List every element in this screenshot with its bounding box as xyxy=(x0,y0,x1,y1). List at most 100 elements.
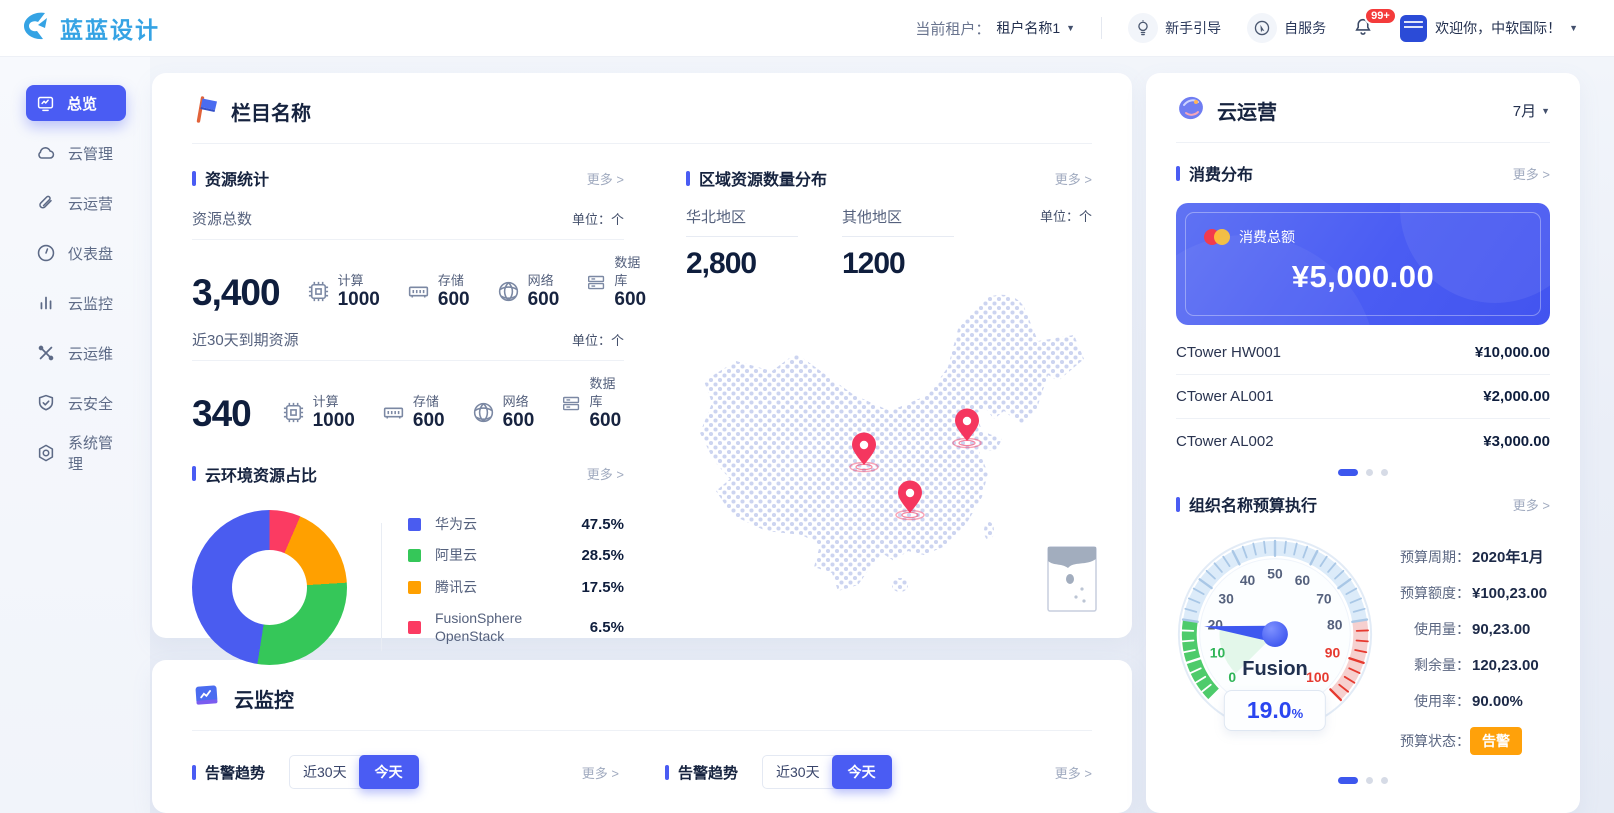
budget-detail-value: ¥100,23.00 xyxy=(1472,585,1547,602)
tenant-resource-name: CTower HW001 xyxy=(1176,344,1281,361)
pager-dot[interactable] xyxy=(1366,777,1373,784)
section-marker xyxy=(686,171,690,186)
sidebar-item-label: 云监控 xyxy=(68,293,113,314)
unit-label: 单位：个 xyxy=(572,209,624,228)
unit-label: 单位：个 xyxy=(1040,206,1092,225)
guide-label: 新手引导 xyxy=(1165,18,1221,38)
chevron-down-icon: ▼ xyxy=(1569,23,1578,33)
section-marker xyxy=(192,171,196,186)
notification-badge: 99+ xyxy=(1364,7,1397,25)
sidebar: 总览 云管理 云运营 仪表盘 云监控 云运维 云安全 系统管理 xyxy=(0,57,150,813)
list-item[interactable]: CTower AL002 ¥3,000.00 xyxy=(1176,419,1550,463)
guide-button[interactable]: 新手引导 xyxy=(1128,13,1221,43)
taiwan-island xyxy=(984,522,994,540)
app-logo[interactable]: 蓝蓝设计 xyxy=(20,10,160,47)
cloud-icon xyxy=(36,143,56,163)
gauge-value-box: 19.0% xyxy=(1224,690,1326,731)
expiring-resources-row: 340 计算1000 存储600 网络600 xyxy=(192,375,624,432)
pager-dot[interactable] xyxy=(1338,469,1358,476)
sidebar-item-cloud-security[interactable]: 云安全 xyxy=(26,385,126,421)
month-filter[interactable]: 7月 ▼ xyxy=(1513,100,1550,121)
divider xyxy=(1176,142,1550,143)
pager-dot[interactable] xyxy=(1366,469,1373,476)
tenant-resource-name: CTower AL002 xyxy=(1176,433,1274,450)
shield-check-icon xyxy=(36,393,56,413)
legend-label: 阿里云 xyxy=(435,547,553,565)
sidebar-item-system-mgmt[interactable]: 系统管理 xyxy=(26,435,126,471)
sidebar-item-dashboard[interactable]: 仪表盘 xyxy=(26,235,126,271)
tenant-resource-name: CTower AL001 xyxy=(1176,388,1274,405)
cloud-ratio-more-link[interactable]: 更多 > xyxy=(587,464,624,483)
sidebar-item-cloud-ops[interactable]: 云运营 xyxy=(26,185,126,221)
tenant-label: 当前租户： xyxy=(915,18,990,39)
sidebar-item-cloud-mgmt[interactable]: 云管理 xyxy=(26,135,126,171)
china-silhouette xyxy=(700,295,1084,591)
notifications-button[interactable]: 99+ xyxy=(1352,16,1374,41)
cloud-ops-icon xyxy=(1176,93,1206,128)
self-service-button[interactable]: 自服务 xyxy=(1247,13,1326,43)
consumption-total-card: 消费总额 ¥5,000.00 xyxy=(1176,203,1550,325)
consumption-total-amount: ¥5,000.00 xyxy=(1204,259,1522,295)
network-globe-icon xyxy=(496,279,521,304)
resource-item-network: 网络600 xyxy=(471,393,535,432)
sidebar-item-overview[interactable]: 总览 xyxy=(26,85,126,121)
welcome-text: 欢迎你，中软国际！ xyxy=(1435,18,1561,38)
budget-more-link[interactable]: 更多 > xyxy=(1513,495,1550,514)
pager-dot[interactable] xyxy=(1338,777,1358,784)
sidebar-item-cloud-maint[interactable]: 云运维 xyxy=(26,335,126,371)
sidebar-item-label: 云安全 xyxy=(68,393,113,414)
resource-item-label: 网络 xyxy=(503,394,529,409)
total-resources-label: 资源总数 xyxy=(192,208,252,229)
pager-dot[interactable] xyxy=(1381,777,1388,784)
tenant-resource-amount: ¥10,000.00 xyxy=(1475,344,1550,361)
resource-item-storage: 存储600 xyxy=(406,272,470,311)
range-tab-today[interactable]: 今天 xyxy=(359,755,419,789)
range-tab-today[interactable]: 今天 xyxy=(832,755,892,789)
region-dist-more-link[interactable]: 更多 > xyxy=(1055,169,1092,188)
region-name: 其他地区 xyxy=(842,206,954,227)
range-tab-30days[interactable]: 近30天 xyxy=(290,756,360,788)
donut-legend: 华为云 47.5% 阿里云 28.5% 腾讯云 17 xyxy=(408,516,624,660)
resource-item-database: 数据库600 xyxy=(585,254,649,311)
svg-text:100: 100 xyxy=(1306,669,1329,685)
region-name: 华北地区 xyxy=(686,206,798,227)
total-resources-row: 3,400 计算1000 存储600 网络600 xyxy=(192,254,624,311)
tenant-selector[interactable]: 当前租户： 租户名称1 ▼ xyxy=(915,18,1075,39)
hainan-island xyxy=(892,578,908,592)
resource-item-value: 600 xyxy=(438,289,470,310)
aside-column: 云运营 7月 ▼ 消费分布 更多 > 消费总额 ¥ xyxy=(1146,57,1580,813)
gauge-center-label: Fusion xyxy=(1242,658,1308,681)
resource-item-database: 数据库600 xyxy=(560,375,624,432)
resource-item-value: 600 xyxy=(528,289,560,310)
list-item[interactable]: CTower AL001 ¥2,000.00 xyxy=(1176,375,1550,419)
flag-icon xyxy=(192,94,219,129)
tenant-resource-amount: ¥3,000.00 xyxy=(1483,433,1550,450)
user-menu[interactable]: 欢迎你，中软国际！ ▼ xyxy=(1400,15,1578,42)
sidebar-item-cloud-monitor[interactable]: 云监控 xyxy=(26,285,126,321)
region-block: 华北地区 2,800 xyxy=(686,206,798,281)
mastercard-icon xyxy=(1204,229,1230,245)
legend-swatch xyxy=(408,518,421,531)
resource-item-label: 存储 xyxy=(438,273,464,288)
budget-status-label: 预算状态： xyxy=(1388,731,1470,751)
expiring-resources-label: 近30天到期资源 xyxy=(192,329,299,350)
budget-detail-value: 2020年1月 xyxy=(1472,546,1544,567)
section-marker xyxy=(192,466,196,481)
svg-text:70: 70 xyxy=(1316,591,1332,607)
consumption-more-link[interactable]: 更多 > xyxy=(1513,164,1550,183)
alarm-trend-more-link[interactable]: 更多 > xyxy=(1055,763,1092,782)
monitor-chart-icon xyxy=(36,94,55,113)
alarm-trend-range-toggle: 近30天 今天 xyxy=(762,755,892,789)
tenant-resource-amount: ¥2,000.00 xyxy=(1483,388,1550,405)
list-item[interactable]: CTower HW001 ¥10,000.00 xyxy=(1176,331,1550,375)
range-tab-30days[interactable]: 近30天 xyxy=(763,756,833,788)
legend-label: 华为云 xyxy=(435,516,553,534)
resource-stats-more-link[interactable]: 更多 > xyxy=(587,169,624,188)
china-map xyxy=(686,283,1092,636)
alarm-trend-more-link[interactable]: 更多 > xyxy=(582,763,619,782)
pager-dot[interactable] xyxy=(1381,469,1388,476)
resource-item-label: 存储 xyxy=(413,394,439,409)
resource-item-network: 网络600 xyxy=(496,272,560,311)
divider xyxy=(192,239,624,240)
header-divider xyxy=(1101,17,1102,39)
